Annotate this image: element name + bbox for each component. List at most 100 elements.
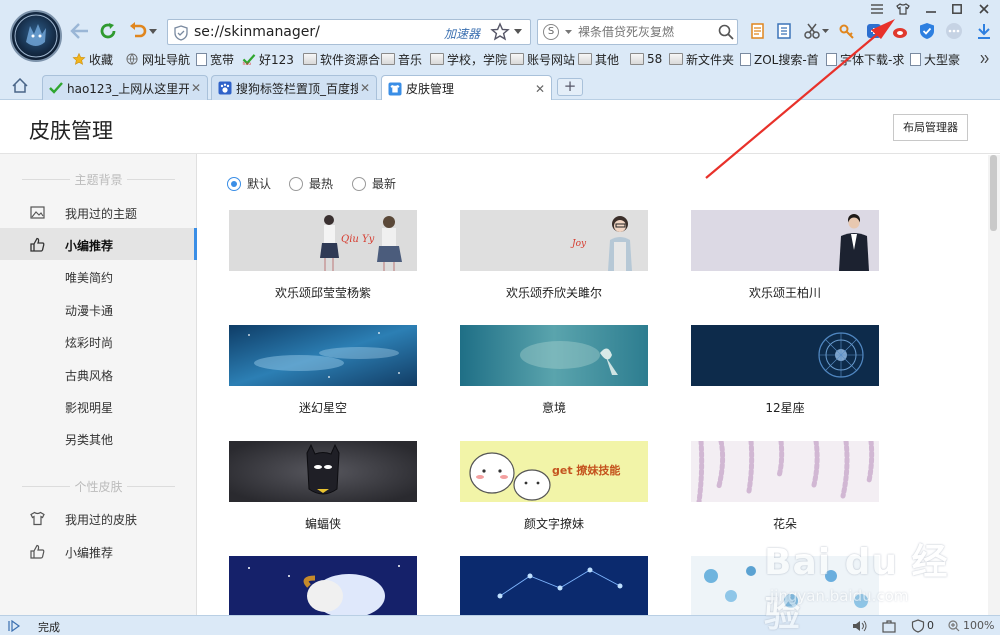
refresh-button[interactable] xyxy=(97,20,119,42)
screenshot-button[interactable] xyxy=(802,21,822,41)
sidebar-item-editor-picks[interactable]: 小编推荐 xyxy=(0,228,197,260)
bookmark-folder-58[interactable]: 58 xyxy=(630,49,662,69)
baidu-paw-icon xyxy=(218,81,232,95)
browser-chrome: se://skinmanager/ 加速器 S 裸条借贷死灰复燃 收藏 网址导航… xyxy=(0,0,1000,101)
sidebar-item-used-skins[interactable]: 我用过的皮肤 xyxy=(0,502,197,534)
wolf-emblem-icon xyxy=(14,14,58,58)
bookmark-web-nav[interactable]: 网址导航 xyxy=(125,49,190,69)
sort-default-radio[interactable]: 默认 xyxy=(227,175,271,192)
maximize-icon xyxy=(952,4,962,14)
tab-hao123[interactable]: hao123_上网从这里开始 ✕ xyxy=(42,75,208,100)
theme-name: 欢乐颂乔欣关雎尔 xyxy=(505,286,602,300)
download-button[interactable] xyxy=(974,21,994,41)
home-button[interactable] xyxy=(12,77,28,96)
undo-dropdown-button[interactable] xyxy=(148,26,158,36)
theme-thumbnail[interactable]: get 撩妹技能 xyxy=(460,441,648,502)
bookmark-folder-accounts[interactable]: 账号网站 xyxy=(510,49,575,69)
radio-label: 最热 xyxy=(309,177,334,191)
security-button[interactable] xyxy=(917,21,937,41)
minimize-button[interactable] xyxy=(923,2,939,16)
sort-newest-radio[interactable]: 最新 xyxy=(352,175,396,192)
theme-thumbnail[interactable] xyxy=(229,441,417,502)
password-tool-button[interactable] xyxy=(837,21,857,41)
theme-thumbnail[interactable] xyxy=(229,325,417,386)
screenshot-menu-button[interactable] xyxy=(820,21,830,41)
search-engine-icon[interactable]: S xyxy=(543,24,559,40)
theme-name: 意境 xyxy=(541,401,566,415)
bookmark-favorites[interactable]: 收藏 xyxy=(72,49,113,69)
sidebar-item-label: 炫彩时尚 xyxy=(65,336,114,350)
key-icon xyxy=(839,24,854,39)
shield-icon xyxy=(174,25,188,41)
sidebar-item-anime[interactable]: 动漫卡通 xyxy=(0,293,197,325)
bookmark-star-icon[interactable] xyxy=(490,22,510,42)
theme-thumbnail[interactable]: Joy xyxy=(460,210,648,271)
close-tab-icon[interactable]: ✕ xyxy=(533,82,547,96)
section-header-skins: 个性皮肤 xyxy=(0,478,197,494)
new-tab-button[interactable]: + xyxy=(557,78,583,96)
search-input[interactable] xyxy=(578,23,713,41)
thumbs-up-icon xyxy=(30,237,45,252)
bookmark-label: 字体下载-求 xyxy=(840,52,905,67)
theme-thumbnail[interactable] xyxy=(691,441,879,502)
page-icon xyxy=(740,52,751,66)
address-url[interactable]: se://skinmanager/ xyxy=(194,24,320,40)
tab-skin-manager[interactable]: 皮肤管理 ✕ xyxy=(381,75,552,101)
bookmark-hao123[interactable]: hao 好123 xyxy=(242,49,294,69)
scrollbar-thumb[interactable] xyxy=(990,155,997,231)
browser-logo[interactable] xyxy=(10,10,62,62)
theme-thumbnail[interactable] xyxy=(460,556,648,615)
back-button[interactable] xyxy=(69,20,91,42)
tab-baidu-search[interactable]: 搜狗标签栏置顶_百度搜索 ✕ xyxy=(211,75,377,100)
extension-button[interactable] xyxy=(864,21,884,41)
sort-hottest-radio[interactable]: 最热 xyxy=(289,175,333,192)
read-mode-button[interactable] xyxy=(748,21,768,41)
sidebar-item-classical[interactable]: 古典风格 xyxy=(0,358,197,390)
undo-close-tab-button[interactable] xyxy=(127,20,149,42)
sidebar-item-minimal[interactable]: 唯美简约 xyxy=(0,260,197,292)
close-tab-icon[interactable]: ✕ xyxy=(358,81,372,95)
maximize-button[interactable] xyxy=(949,2,965,16)
main-menu-button[interactable] xyxy=(869,2,885,16)
sidebar-item-other[interactable]: 另类其他 xyxy=(0,422,197,454)
more-tools-button[interactable] xyxy=(944,21,964,41)
skin-button[interactable] xyxy=(895,2,911,16)
sidebar-toggle-icon[interactable] xyxy=(8,620,22,632)
bookmark-folder-music[interactable]: 音乐 xyxy=(381,49,422,69)
bookmark-folder-new[interactable]: 新文件夹 xyxy=(669,49,734,69)
theme-thumbnail[interactable] xyxy=(229,556,417,615)
page-scrollbar[interactable] xyxy=(988,155,1000,615)
bookmark-large[interactable]: 大型豪 xyxy=(910,49,960,69)
sidebar-item-skin-picks[interactable]: 小编推荐 xyxy=(0,535,197,567)
theme-thumbnail[interactable]: Qiu Yy xyxy=(229,210,417,271)
sidebar-item-stars[interactable]: 影视明星 xyxy=(0,390,197,422)
bookmark-font-download[interactable]: 字体下载-求 xyxy=(826,49,904,69)
bookmarks-overflow-button[interactable] xyxy=(980,49,990,69)
layout-manager-button[interactable]: 布局管理器 xyxy=(893,114,968,141)
theme-thumbnail[interactable] xyxy=(691,210,879,271)
chevron-down-icon[interactable] xyxy=(514,29,522,34)
bookmark-folder-other[interactable]: 其他 xyxy=(578,49,619,69)
bookmark-label: 好123 xyxy=(259,52,294,67)
close-tab-icon[interactable]: ✕ xyxy=(189,81,203,95)
search-icon[interactable] xyxy=(718,24,734,40)
search-box[interactable]: S xyxy=(537,19,738,45)
weibo-button[interactable] xyxy=(890,21,910,41)
theme-thumbnail[interactable] xyxy=(691,325,879,386)
sidebar-item-used-themes[interactable]: 我用过的主题 xyxy=(0,196,197,228)
accelerator-link[interactable]: 加速器 xyxy=(444,25,480,42)
thumb-woman-glasses: Joy xyxy=(460,210,648,271)
address-bar[interactable]: se://skinmanager/ 加速器 xyxy=(167,19,531,45)
thumb-man-suit xyxy=(691,210,879,271)
chevron-down-icon[interactable] xyxy=(565,30,572,34)
sidebar-item-fashion[interactable]: 炫彩时尚 xyxy=(0,325,197,357)
theme-thumbnail[interactable] xyxy=(460,325,648,386)
close-window-button[interactable] xyxy=(976,2,992,16)
bookmark-folder-school[interactable]: 学校，学院 xyxy=(430,49,507,69)
notes-button[interactable] xyxy=(774,21,794,41)
page-title: 皮肤管理 xyxy=(29,119,113,143)
bookmark-zol-search[interactable]: ZOL搜索-首 xyxy=(740,49,819,69)
theme-name: 欢乐颂邱莹莹杨紫 xyxy=(274,286,371,300)
bookmark-folder-software[interactable]: 软件资源合 xyxy=(303,49,380,69)
bookmark-broadband[interactable]: 宽带 xyxy=(196,49,234,69)
